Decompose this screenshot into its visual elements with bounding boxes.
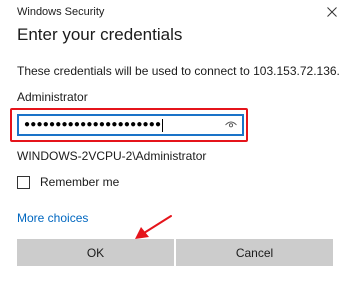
text-caret (162, 118, 164, 132)
close-button[interactable] (322, 3, 342, 21)
window-title: Windows Security (17, 6, 105, 18)
password-input[interactable]: ●●●●●●●●●●●●●●●●●●●●●● (17, 114, 244, 136)
remember-me-checkbox[interactable] (17, 175, 30, 189)
eye-icon (225, 121, 237, 128)
account-name: WINDOWS-2VCPU-2\Administrator (17, 149, 207, 163)
password-value: ●●●●●●●●●●●●●●●●●●●●●● (24, 119, 162, 130)
close-icon (327, 7, 337, 17)
credentials-dialog: Windows Security Enter your credentials … (0, 0, 350, 284)
cancel-button[interactable]: Cancel (176, 239, 333, 266)
remember-me-label[interactable]: Remember me (40, 175, 119, 189)
red-arrow-annotation (135, 215, 172, 239)
dialog-heading: Enter your credentials (17, 25, 183, 44)
remember-me-row[interactable]: Remember me (17, 175, 119, 189)
ok-button[interactable]: OK (17, 239, 174, 266)
dialog-description: These credentials will be used to connec… (17, 64, 340, 78)
username-label: Administrator (17, 90, 88, 104)
reveal-password-button[interactable] (224, 119, 238, 131)
more-choices-link[interactable]: More choices (17, 211, 88, 225)
